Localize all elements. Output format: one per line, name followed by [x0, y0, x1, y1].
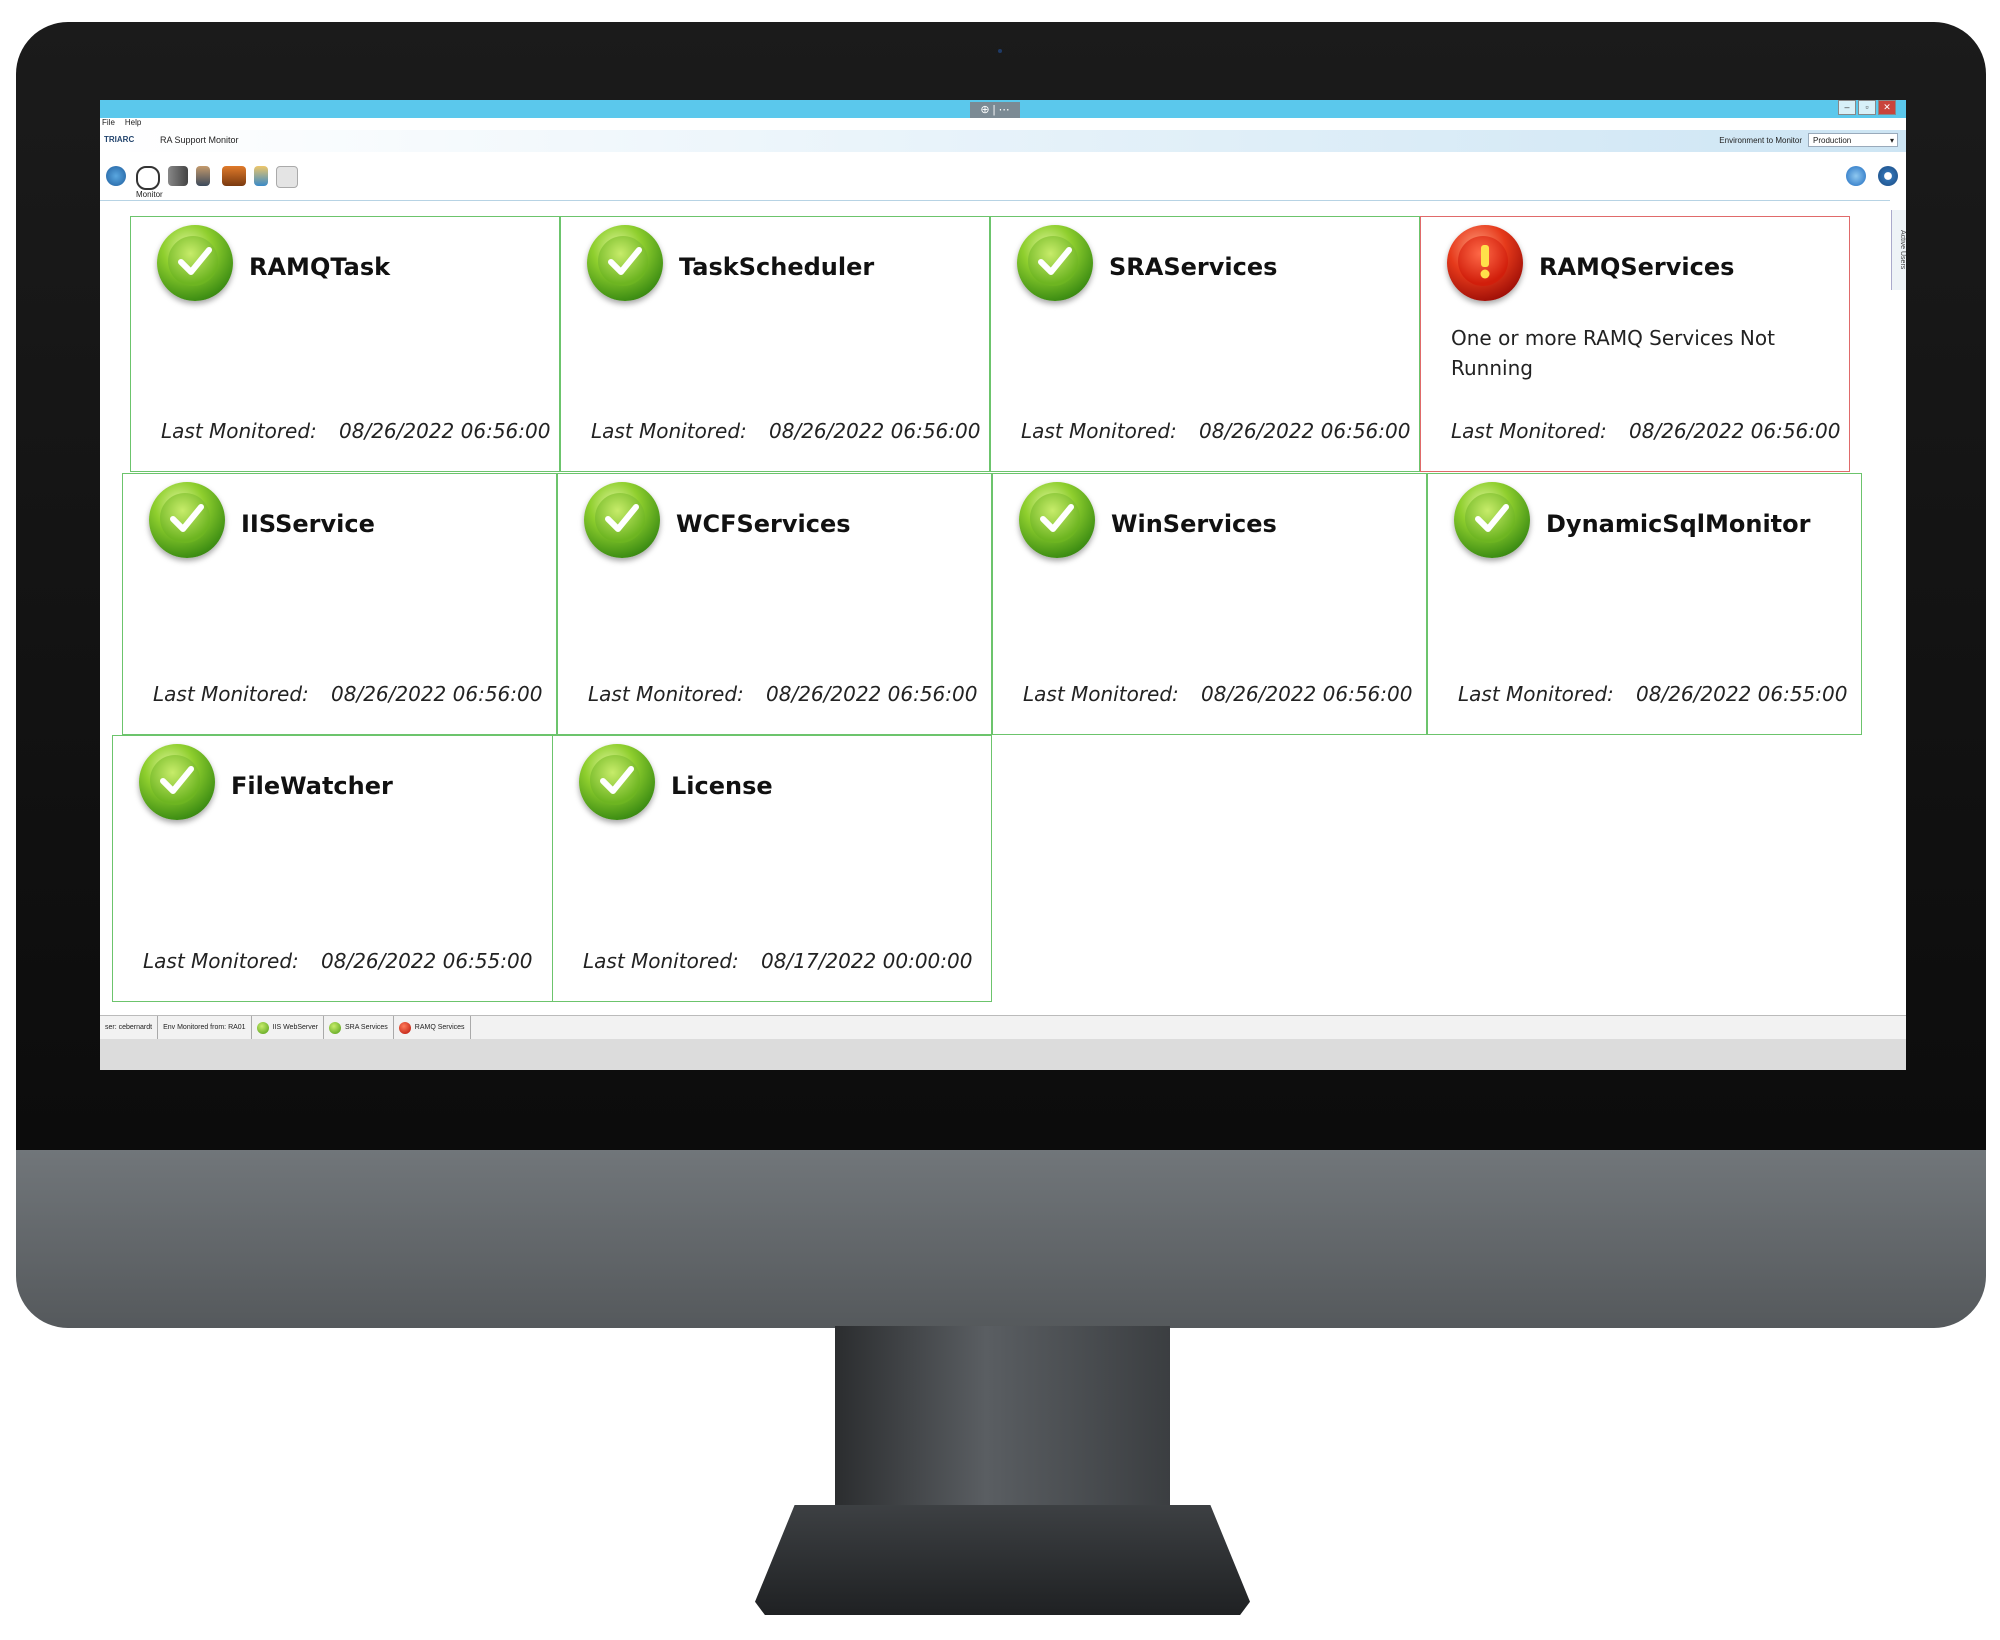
window-title-bar[interactable]: ⊕ | ⋯ – ▫ ✕ — [100, 100, 1906, 118]
tile-title: RAMQTask — [249, 253, 391, 281]
last-monitored-label: Last Monitored: — [161, 419, 317, 443]
close-button[interactable]: ✕ — [1878, 100, 1896, 115]
monitor-tile[interactable]: WinServices Last Monitored: 08/26/2022 06:… — [992, 473, 1427, 735]
last-monitored-value: 08/26/2022 06:56:00 — [331, 682, 543, 706]
tile-title: License — [671, 772, 773, 800]
last-monitored-label: Last Monitored: — [588, 682, 744, 706]
environment-value: Production — [1813, 136, 1852, 145]
alert-status-icon — [1447, 225, 1523, 301]
header-bar: TRIARC RA Support Monitor Environment to… — [100, 130, 1906, 152]
eyes-icon[interactable] — [136, 166, 160, 190]
status-error-icon — [398, 1021, 411, 1034]
tile-title: SRAServices — [1109, 253, 1278, 281]
checkmark-status-icon — [1454, 482, 1530, 558]
brand-logo: TRIARC — [104, 135, 135, 144]
monitor-chin — [16, 1150, 1986, 1328]
tile-title: DynamicSqlMonitor — [1546, 510, 1811, 538]
last-monitored-label: Last Monitored: — [143, 949, 299, 973]
tile-title: FileWatcher — [231, 772, 393, 800]
monitor-tile[interactable]: DynamicSqlMonitor Last Monitored: 08/26/20… — [1427, 473, 1862, 735]
menu-bar: File Help — [100, 118, 141, 130]
tile-title: IISService — [241, 510, 375, 538]
tile-title: TaskScheduler — [679, 253, 875, 281]
monitor-tile[interactable]: TaskScheduler Last Monitored: 08/26/2022 0… — [560, 216, 990, 472]
last-monitored-value: 08/26/2022 06:55:00 — [321, 949, 533, 973]
checkmark-status-icon — [149, 482, 225, 558]
minimize-button[interactable]: – — [1838, 100, 1856, 115]
monitor-stand-foot — [755, 1505, 1250, 1615]
monitor-tile[interactable]: SRAServices Last Monitored: 08/26/2022 06:… — [990, 216, 1420, 472]
app-window: ⊕ | ⋯ – ▫ ✕ File Help TRIARC RA Support … — [100, 100, 1906, 1039]
last-monitored-value: 08/26/2022 06:56:00 — [766, 682, 978, 706]
window-controls: – ▫ ✕ — [1838, 100, 1896, 115]
checkmark-status-icon — [587, 225, 663, 301]
folder-icon[interactable] — [222, 166, 246, 186]
last-monitored-label: Last Monitored: — [1458, 682, 1614, 706]
status-user: ser: cebernardt — [100, 1016, 159, 1039]
last-monitored-value: 08/26/2022 06:55:00 — [1636, 682, 1848, 706]
status-item-label: SRA Services — [344, 1024, 388, 1031]
last-monitored-label: Last Monitored: — [583, 949, 739, 973]
document-icon[interactable] — [276, 166, 298, 188]
toolbar: Monitor — [100, 152, 1906, 200]
last-monitored-value: 08/17/2022 00:00:00 — [761, 949, 973, 973]
last-monitored-value: 08/26/2022 06:56:00 — [339, 419, 551, 443]
last-monitored-label: Last Monitored: — [591, 419, 747, 443]
refresh-icon[interactable] — [1846, 166, 1866, 186]
checkmark-status-icon — [1017, 225, 1093, 301]
chevron-down-icon: ▾ — [1889, 136, 1894, 145]
last-monitored-label: Last Monitored: — [1023, 682, 1179, 706]
checkmark-status-icon — [1019, 482, 1095, 558]
status-item[interactable]: IIS WebServer — [252, 1016, 324, 1039]
status-item[interactable]: SRA Services — [324, 1016, 394, 1039]
tile-title: WCFServices — [676, 510, 851, 538]
monitor-tile[interactable]: License Last Monitored: 08/17/2022 00:00:0… — [552, 735, 992, 1002]
checkmark-status-icon — [584, 482, 660, 558]
camera-dot — [998, 49, 1002, 53]
checkmark-status-icon — [157, 225, 233, 301]
monitor-tile[interactable]: RAMQServices One or more RAMQ Services No… — [1420, 216, 1850, 472]
monitor-tile[interactable]: IISService Last Monitored: 08/26/2022 06:5… — [122, 473, 557, 735]
globe-icon[interactable] — [106, 166, 126, 186]
last-monitored-value: 08/26/2022 06:56:00 — [1629, 419, 1841, 443]
status-user-text: ser: cebernardt — [105, 1024, 153, 1031]
screen: ⊕ | ⋯ – ▫ ✕ File Help TRIARC RA Support … — [100, 100, 1906, 1070]
server-icon[interactable] — [168, 166, 188, 186]
last-monitored-value: 08/26/2022 06:56:00 — [1199, 419, 1411, 443]
checkmark-status-icon — [579, 744, 655, 820]
tile-message: One or more RAMQ Services Not Running — [1451, 326, 1775, 380]
last-monitored-value: 08/26/2022 06:56:00 — [1201, 682, 1413, 706]
gear-icon[interactable] — [1878, 166, 1898, 186]
menu-file[interactable]: File — [102, 118, 115, 130]
maximize-button[interactable]: ▫ — [1858, 100, 1876, 115]
tile-title: WinServices — [1111, 510, 1277, 538]
monitor-tile[interactable]: RAMQTask Last Monitored: 08/26/2022 06:56:… — [130, 216, 560, 472]
monitor-tile[interactable]: WCFServices Last Monitored: 08/26/2022 06:… — [557, 473, 992, 735]
monitor-stand-neck — [835, 1326, 1170, 1516]
checkmark-status-icon — [139, 744, 215, 820]
tile-title: RAMQServices — [1539, 253, 1735, 281]
zoom-tools[interactable]: ⊕ | ⋯ — [970, 102, 1020, 118]
status-env: Env Monitored from: RA01 — [158, 1016, 252, 1039]
status-env-text: Env Monitored from: RA01 — [163, 1024, 246, 1031]
status-ok-icon — [328, 1021, 341, 1034]
status-item-label: RAMQ Services — [414, 1024, 465, 1031]
person-icon[interactable] — [196, 166, 210, 186]
last-monitored-label: Last Monitored: — [153, 682, 309, 706]
last-monitored-label: Last Monitored: — [1021, 419, 1177, 443]
environment-label: Environment to Monitor — [1719, 136, 1802, 145]
toolbar-label-monitor: Monitor — [136, 190, 163, 199]
status-item[interactable]: RAMQ Services — [394, 1016, 471, 1039]
last-monitored-value: 08/26/2022 06:56:00 — [769, 419, 981, 443]
status-ok-icon — [256, 1021, 269, 1034]
last-monitored-label: Last Monitored: — [1451, 419, 1607, 443]
environment-select[interactable]: Production ▾ — [1808, 133, 1898, 147]
report-icon[interactable] — [254, 166, 268, 186]
monitor-tile[interactable]: FileWatcher Last Monitored: 08/26/2022 06:… — [112, 735, 557, 1002]
side-tab-active-users[interactable]: Active Users — [1891, 210, 1906, 290]
menu-help[interactable]: Help — [125, 118, 141, 130]
app-title: RA Support Monitor — [160, 135, 239, 145]
status-bar: ser: cebernardt Env Monitored from: RA01… — [100, 1015, 1906, 1039]
status-item-label: IIS WebServer — [272, 1024, 318, 1031]
